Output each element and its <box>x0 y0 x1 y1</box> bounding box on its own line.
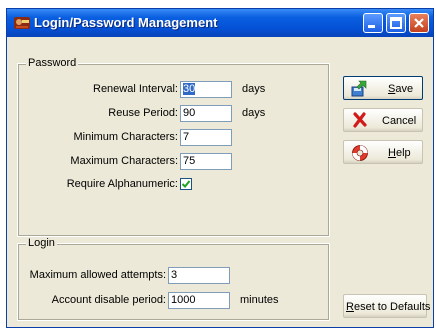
disable-period-unit: minutes <box>240 294 279 306</box>
renewal-interval-label: Renewal Interval: <box>93 83 178 95</box>
reuse-period-unit: days <box>242 107 266 119</box>
password-group: Password Renewal Interval: 30 days Reuse… <box>17 57 330 237</box>
minimize-button[interactable] <box>363 13 383 33</box>
help-button[interactable]: Help <box>343 140 423 164</box>
reset-to-defaults-button[interactable]: Reset to Defaults <box>343 294 431 318</box>
close-button[interactable] <box>409 13 429 33</box>
title-bar[interactable]: Login/Password Management <box>7 9 433 37</box>
disable-period-input[interactable]: 1000 <box>168 292 230 309</box>
min-characters-label: Minimum Characters: <box>73 131 178 143</box>
max-attempts-label: Maximum allowed attempts: <box>29 269 166 281</box>
close-icon <box>414 18 424 28</box>
save-button[interactable]: Save <box>343 76 423 100</box>
save-button-label: Save <box>388 83 414 95</box>
reuse-period-label: Reuse Period: <box>108 107 178 119</box>
checkmark-icon <box>181 180 191 188</box>
password-group-title: Password <box>26 57 79 69</box>
help-button-label: Help <box>388 147 411 159</box>
app-icon <box>13 14 31 32</box>
reuse-period-input[interactable]: 90 <box>180 105 232 122</box>
help-lifebuoy-icon <box>351 144 369 165</box>
dialog-body: Password Renewal Interval: 30 days Reuse… <box>11 40 431 324</box>
minimize-icon <box>368 25 375 28</box>
cancel-button[interactable]: Cancel <box>343 108 423 132</box>
max-attempts-input[interactable]: 3 <box>168 267 230 284</box>
maximize-icon <box>390 17 402 29</box>
cancel-button-label: Cancel <box>382 115 417 127</box>
login-group-title: Login <box>26 237 57 249</box>
disable-period-label: Account disable period: <box>51 294 166 306</box>
login-password-management-window: Login/Password Management Password Renew… <box>6 8 434 328</box>
renewal-interval-input[interactable]: 30 <box>180 81 232 98</box>
renewal-interval-unit: days <box>242 83 266 95</box>
renewal-interval-value: 30 <box>183 83 196 95</box>
window-title: Login/Password Management <box>34 15 218 30</box>
reset-button-label: Reset to Defaults <box>346 301 431 313</box>
require-alphanumeric-checkbox[interactable] <box>180 178 192 190</box>
login-group: Login Maximum allowed attempts: 3 Accoun… <box>17 237 330 321</box>
max-characters-label: Maximum Characters: <box>70 155 178 167</box>
min-characters-input[interactable]: 7 <box>180 129 232 146</box>
require-alphanumeric-label: Require Alphanumeric: <box>66 178 178 190</box>
max-characters-input[interactable]: 75 <box>180 153 232 170</box>
maximize-button[interactable] <box>386 13 406 33</box>
save-icon <box>350 80 368 101</box>
cancel-x-icon <box>352 112 368 131</box>
